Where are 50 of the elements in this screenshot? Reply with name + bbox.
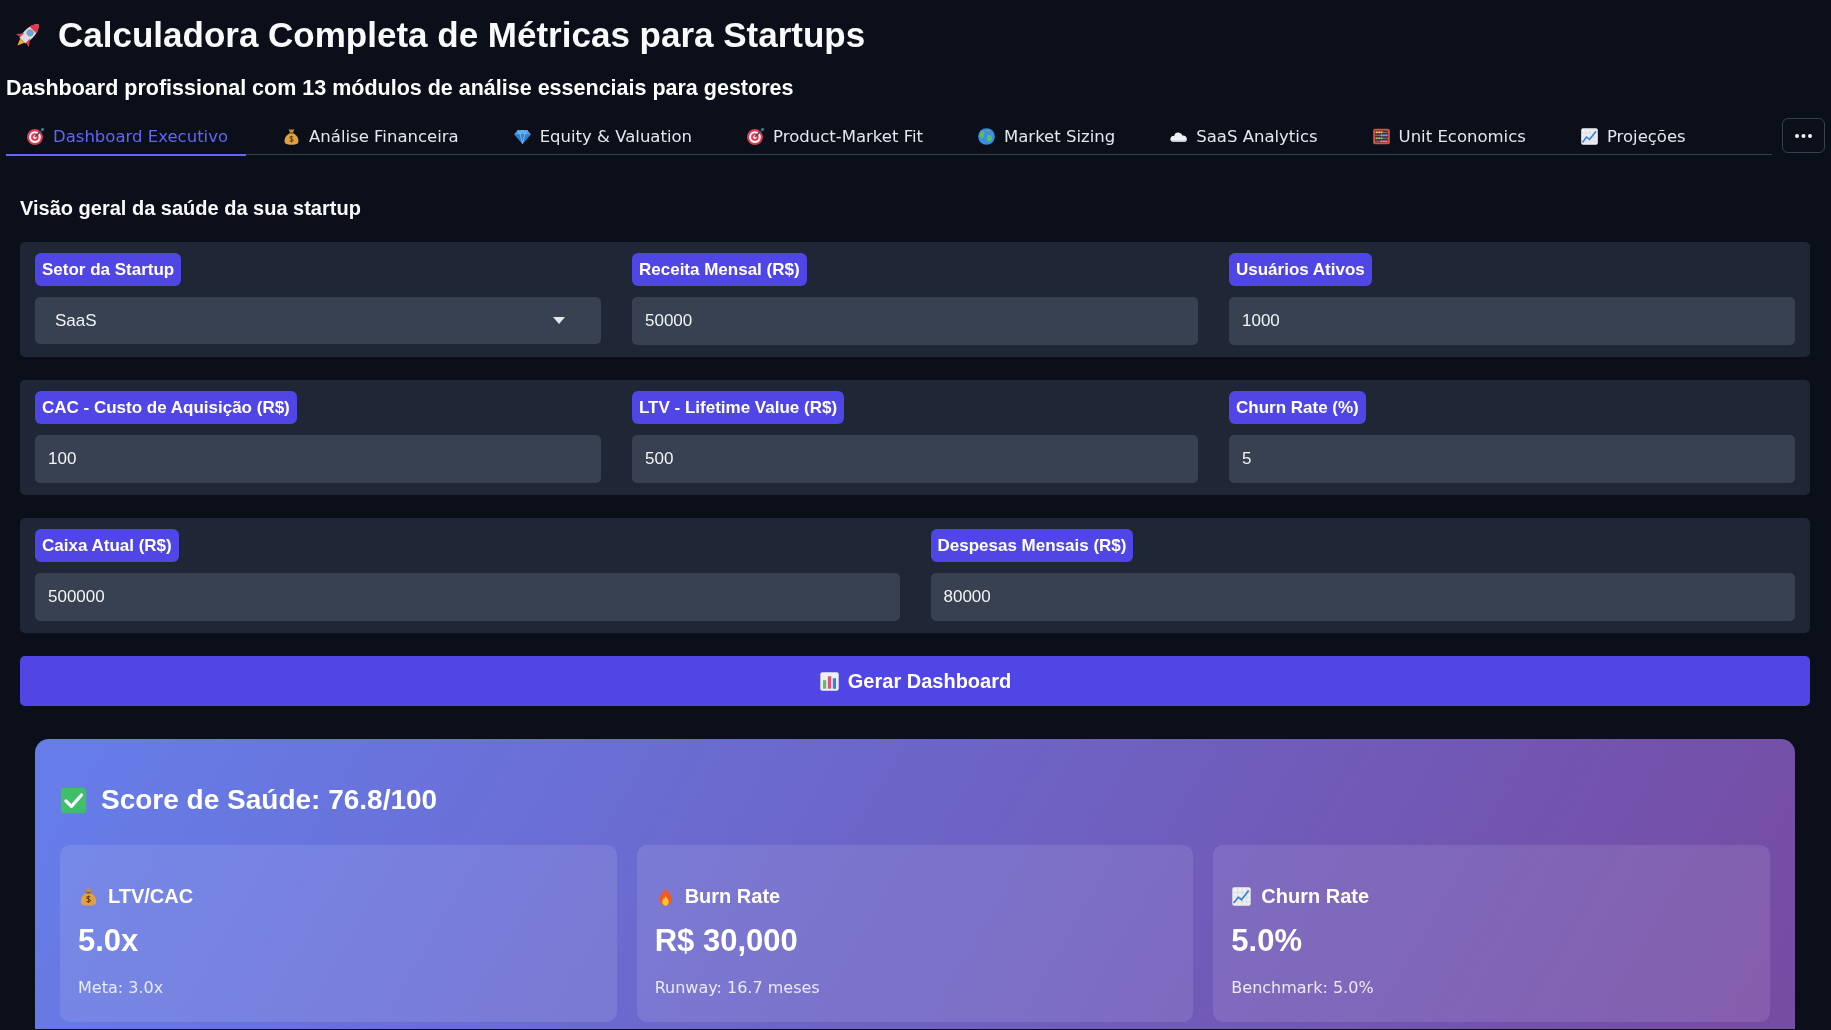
- metric-note: Runway: 16.7 meses: [654, 978, 821, 997]
- target-icon: [746, 127, 766, 146]
- metric-value: 5.0%: [1231, 922, 1303, 960]
- field-label: LTV - Lifetime Value (R$): [632, 391, 845, 424]
- page-subtitle: Dashboard profissional com 13 módulos de análise essenciais para gestores: [6, 75, 795, 102]
- input-field[interactable]: 80000: [930, 573, 1795, 621]
- field-label: Usuários Ativos: [1229, 253, 1372, 286]
- input-field[interactable]: 1000: [1229, 297, 1795, 345]
- input-field[interactable]: 50000: [632, 297, 1198, 345]
- tab[interactable]: Market Sizing: [957, 119, 1134, 156]
- metric-note: Meta: 3.0x: [78, 978, 165, 997]
- gem-icon: [512, 127, 532, 146]
- metric-label: Burn Rate: [684, 884, 781, 908]
- line-chart-icon: [1579, 127, 1599, 146]
- tab[interactable]: Projeções: [1559, 119, 1704, 156]
- globe-icon: [977, 127, 996, 146]
- metric-label: Churn Rate: [1261, 884, 1370, 908]
- score-title: Score de Saúde: 76.8/100: [101, 784, 438, 816]
- more-icon: [1795, 133, 1812, 138]
- input-field[interactable]: 5: [1229, 435, 1795, 483]
- field-label: Receita Mensal (R$): [632, 253, 807, 286]
- tab[interactable]: Análise Financeira: [262, 119, 477, 156]
- metric-note: Benchmark: 5.0%: [1231, 978, 1375, 997]
- tab[interactable]: Unit Economics: [1351, 119, 1544, 156]
- field-label: CAC - Custo de Aquisição (R$): [35, 391, 297, 424]
- metric-label: LTV/CAC: [108, 884, 194, 908]
- section-title: Visão geral da saúde da sua startup: [20, 196, 362, 221]
- input-field[interactable]: 100: [35, 435, 601, 483]
- check-icon: [60, 786, 87, 814]
- tab[interactable]: Product-Market Fit: [726, 119, 941, 156]
- tab[interactable]: SaaS Analytics: [1149, 119, 1336, 156]
- more-button[interactable]: [1782, 118, 1825, 153]
- field-label: Caixa Atual (R$): [35, 529, 179, 562]
- tab[interactable]: Dashboard Executivo: [6, 119, 247, 156]
- input-field[interactable]: 500: [632, 435, 1198, 483]
- bar-chart-icon: [818, 670, 840, 692]
- generate-dashboard-button[interactable]: Gerar Dashboard: [20, 656, 1810, 706]
- tab[interactable]: Equity & Valuation: [492, 119, 711, 156]
- line-chart-icon: [1231, 885, 1253, 907]
- abacus-icon: [1371, 127, 1391, 146]
- input-field[interactable]: 500000: [35, 573, 900, 621]
- select-field[interactable]: SaaS: [35, 297, 601, 344]
- caret-icon: [553, 317, 565, 324]
- target-icon: [26, 127, 45, 146]
- field-label: Despesas Mensais (R$): [930, 529, 1134, 562]
- field-label: Churn Rate (%): [1229, 391, 1366, 424]
- page-title: Calculadora Completa de Métricas para Startups: [58, 14, 866, 56]
- metric-value: 5.0x: [78, 922, 140, 960]
- field-label: Setor da Startup: [35, 253, 182, 286]
- metric-value: R$ 30,000: [654, 922, 799, 960]
